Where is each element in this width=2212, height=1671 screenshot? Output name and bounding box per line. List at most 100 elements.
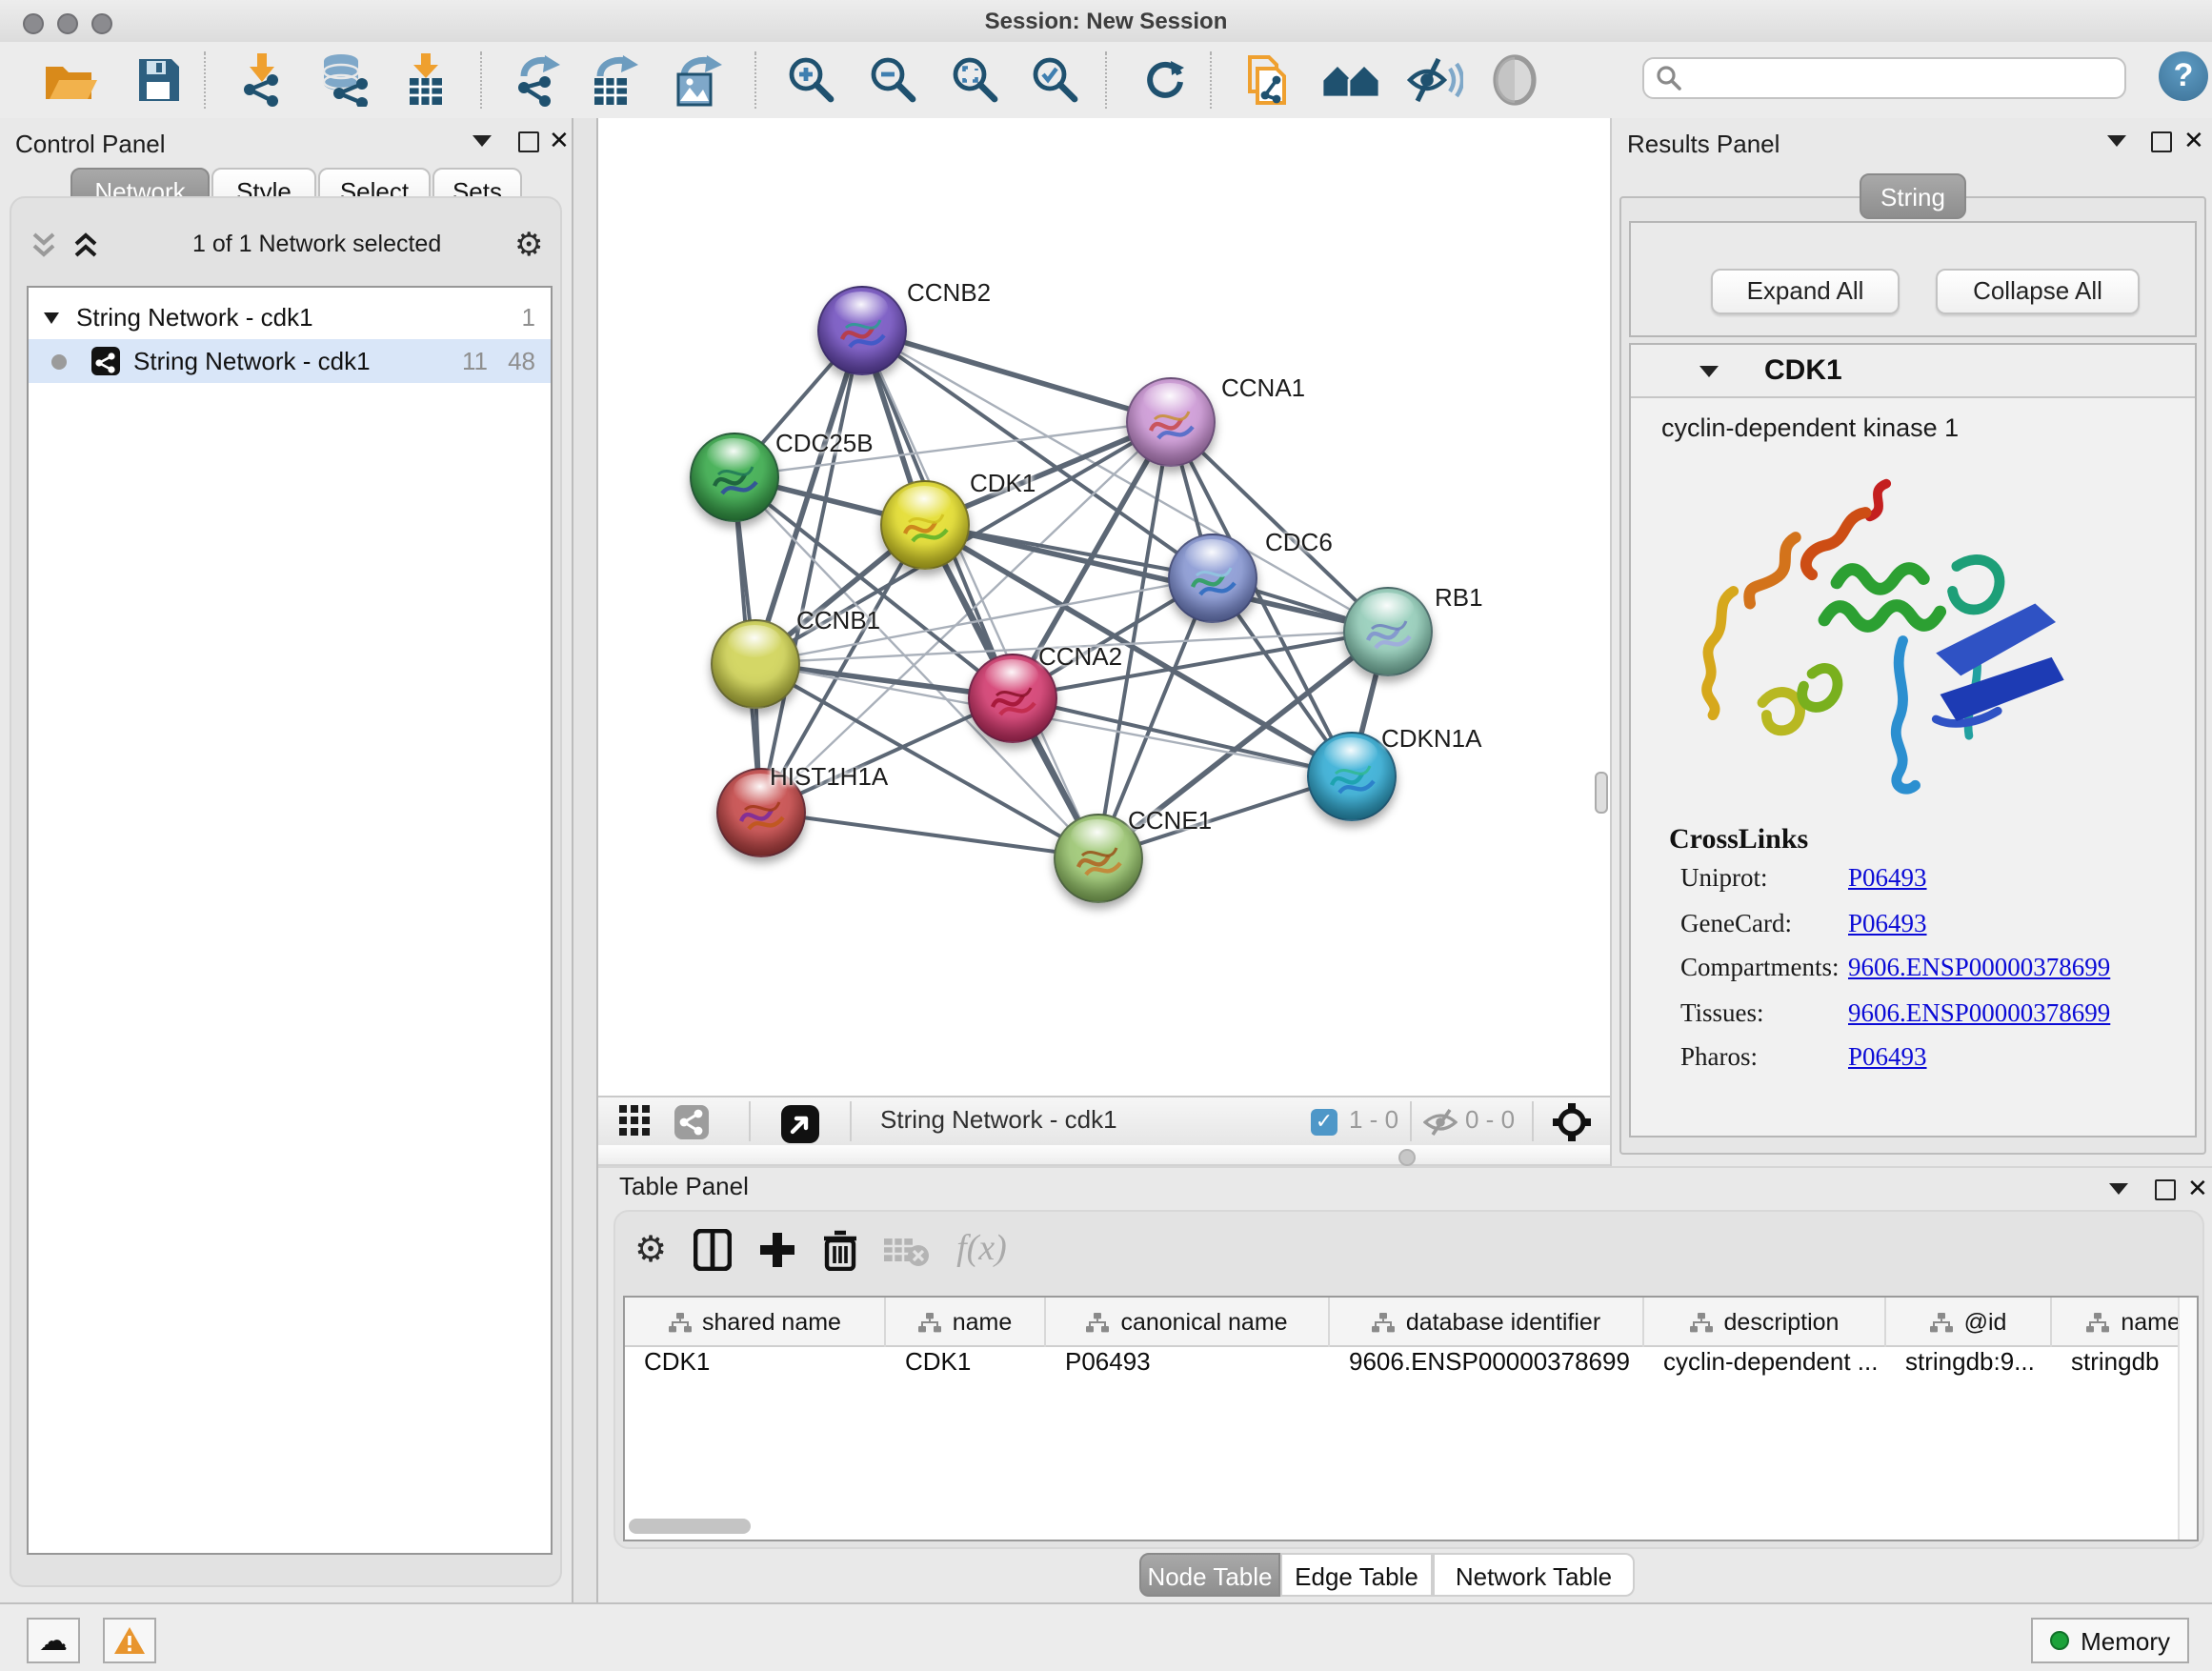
toolbar-separator bbox=[204, 51, 206, 109]
table-panel-close-button[interactable]: ✕ bbox=[2187, 1174, 2208, 1204]
table-cell[interactable]: stringdb:9... bbox=[1886, 1347, 2052, 1379]
network-node-rb1[interactable] bbox=[1342, 586, 1432, 675]
refresh-view-button[interactable] bbox=[1143, 55, 1189, 105]
clone-network-view-button[interactable] bbox=[1240, 55, 1294, 105]
zoom-selected-button[interactable] bbox=[1031, 55, 1080, 105]
import-network-from-database-button[interactable] bbox=[314, 55, 375, 105]
main-toolbar: ? bbox=[0, 42, 2212, 120]
birdseye-view-icon[interactable] bbox=[781, 1105, 819, 1149]
column-header-shared-name[interactable]: shared name bbox=[625, 1298, 886, 1347]
network-tree: String Network - cdk1 1 String Network -… bbox=[27, 286, 553, 1555]
tab-string[interactable]: String bbox=[1860, 173, 1966, 219]
crosslink-link[interactable]: 9606.ENSP00000378699 bbox=[1848, 997, 2110, 1028]
table-horizontal-scrollbar-thumb[interactable] bbox=[629, 1519, 751, 1534]
table-panel-maximize-button[interactable] bbox=[2155, 1179, 2176, 1200]
splitter-handle-dot[interactable] bbox=[1398, 1149, 1416, 1166]
help-button[interactable]: ? bbox=[2159, 51, 2208, 101]
network-collection-row[interactable]: String Network - cdk1 1 bbox=[29, 295, 551, 339]
network-node-ccna1[interactable] bbox=[1125, 376, 1215, 466]
show-view-button[interactable] bbox=[1484, 55, 1545, 105]
import-network-button[interactable] bbox=[236, 55, 290, 105]
gene-entry-collapse-caret[interactable] bbox=[1699, 366, 1719, 377]
expand-collapse-bar: Expand All Collapse All bbox=[1629, 221, 2197, 337]
table-options-gear-icon[interactable]: ⚙ bbox=[634, 1232, 667, 1268]
results-panel-float-button[interactable] bbox=[2107, 135, 2126, 147]
column-header-database-identifier[interactable]: database identifier bbox=[1330, 1298, 1644, 1347]
panel-splitter-horizontal[interactable] bbox=[598, 1145, 1610, 1166]
memory-button[interactable]: Memory bbox=[2031, 1618, 2189, 1663]
table-cell[interactable]: cyclin-dependent ... bbox=[1644, 1347, 1886, 1379]
network-node-cdc6[interactable] bbox=[1167, 533, 1257, 622]
column-header-name[interactable]: name bbox=[886, 1298, 1046, 1347]
network-node-ccnb2[interactable] bbox=[816, 285, 906, 374]
expand-all-button[interactable]: Expand All bbox=[1711, 269, 1900, 314]
add-column-icon[interactable] bbox=[758, 1231, 796, 1269]
control-panel-maximize-button[interactable] bbox=[518, 131, 539, 152]
selected-checkbox[interactable]: ✓ bbox=[1311, 1109, 1337, 1136]
network-node-ccnb1[interactable] bbox=[710, 618, 799, 708]
hide-view-button[interactable] bbox=[1406, 55, 1463, 105]
zoom-in-button[interactable] bbox=[787, 55, 836, 105]
network-collection-label: String Network - cdk1 bbox=[76, 295, 313, 339]
column-header--id[interactable]: @id bbox=[1886, 1298, 2052, 1347]
delete-column-icon[interactable] bbox=[823, 1229, 857, 1271]
export-table-button[interactable] bbox=[587, 55, 640, 105]
table-cell[interactable]: CDK1 bbox=[886, 1347, 1046, 1379]
network-row-selected[interactable]: String Network - cdk1 11 48 bbox=[29, 339, 551, 383]
tab-network-table[interactable]: Network Table bbox=[1433, 1553, 1635, 1597]
tab-node-table[interactable]: Node Table bbox=[1139, 1553, 1280, 1597]
crosshair-icon[interactable] bbox=[1553, 1103, 1591, 1147]
export-network-button[interactable] bbox=[513, 55, 562, 105]
crosslink-link[interactable]: P06493 bbox=[1848, 863, 1927, 894]
results-panel-close-button[interactable]: ✕ bbox=[2183, 126, 2204, 156]
import-table-button[interactable] bbox=[400, 55, 452, 105]
save-session-button[interactable] bbox=[133, 55, 183, 105]
network-canvas[interactable]: CCNB2CCNA1CDC25BCDK1CDC6RB1CCNB1CCNA2CDK… bbox=[598, 118, 1610, 1096]
network-options-gear-icon[interactable]: ⚙ bbox=[514, 229, 544, 261]
table-cell[interactable]: 9606.ENSP00000378699 bbox=[1330, 1347, 1644, 1379]
refresh-icon bbox=[1143, 57, 1189, 103]
network-share-icon[interactable] bbox=[674, 1105, 709, 1145]
collapse-all-button[interactable]: Collapse All bbox=[1936, 269, 2140, 314]
export-image-button[interactable] bbox=[669, 55, 726, 105]
toolbar-separator bbox=[754, 51, 756, 109]
tree-expand-caret[interactable] bbox=[44, 312, 59, 324]
table-panel-float-button[interactable] bbox=[2109, 1183, 2128, 1195]
crosslink-link[interactable]: P06493 bbox=[1848, 1042, 1927, 1073]
column-header-description[interactable]: description bbox=[1644, 1298, 1886, 1347]
network-node-cdc25b[interactable] bbox=[689, 432, 778, 521]
grid-view-icon[interactable] bbox=[619, 1105, 652, 1143]
crosslink-row: Tissues:9606.ENSP00000378699 bbox=[1680, 997, 1764, 1028]
expand-all-icon[interactable] bbox=[72, 231, 99, 259]
network-node-cdk1[interactable] bbox=[879, 479, 969, 569]
table-row[interactable]: CDK1CDK1P064939606.ENSP00000378699cyclin… bbox=[625, 1347, 2199, 1379]
cloud-status-button[interactable]: ☁ bbox=[27, 1618, 80, 1663]
column-header-namespace[interactable]: namespace bbox=[2052, 1298, 2199, 1347]
collapse-all-icon[interactable] bbox=[30, 231, 57, 259]
results-panel-maximize-button[interactable] bbox=[2151, 131, 2172, 152]
network-panel-body: 1 of 1 Network selected ⚙ String Network… bbox=[10, 196, 562, 1587]
table-vertical-scrollbar[interactable] bbox=[2178, 1298, 2197, 1540]
show-columns-icon[interactable] bbox=[694, 1229, 732, 1271]
control-panel-close-button[interactable]: ✕ bbox=[549, 126, 570, 156]
warnings-button[interactable] bbox=[103, 1618, 156, 1663]
crosslink-link[interactable]: P06493 bbox=[1848, 908, 1927, 938]
selected-node-edge-counts: 1 - 0 bbox=[1349, 1105, 1398, 1134]
crosslink-link[interactable]: 9606.ENSP00000378699 bbox=[1848, 953, 2110, 983]
control-panel-float-button[interactable] bbox=[473, 135, 492, 147]
table-cell[interactable]: CDK1 bbox=[625, 1347, 886, 1379]
panel-splitter-vertical[interactable] bbox=[572, 118, 598, 1602]
tab-edge-table[interactable]: Edge Table bbox=[1280, 1553, 1433, 1597]
show-all-views-button[interactable] bbox=[1318, 55, 1383, 105]
crosslink-row: Uniprot:P06493 bbox=[1680, 863, 1768, 894]
open-session-button[interactable] bbox=[40, 55, 101, 105]
gene-entry-header[interactable]: CDK1 bbox=[1631, 345, 2195, 398]
table-cell[interactable]: stringdb bbox=[2052, 1347, 2199, 1379]
zoom-fit-button[interactable] bbox=[951, 55, 1000, 105]
column-header-canonical-name[interactable]: canonical name bbox=[1046, 1298, 1330, 1347]
splitter-one-touch-handle[interactable] bbox=[1595, 772, 1608, 814]
table-cell[interactable]: P06493 bbox=[1046, 1347, 1330, 1379]
eye-icon bbox=[1486, 53, 1543, 107]
zoom-out-button[interactable] bbox=[869, 55, 918, 105]
search-input[interactable] bbox=[1642, 57, 2126, 99]
